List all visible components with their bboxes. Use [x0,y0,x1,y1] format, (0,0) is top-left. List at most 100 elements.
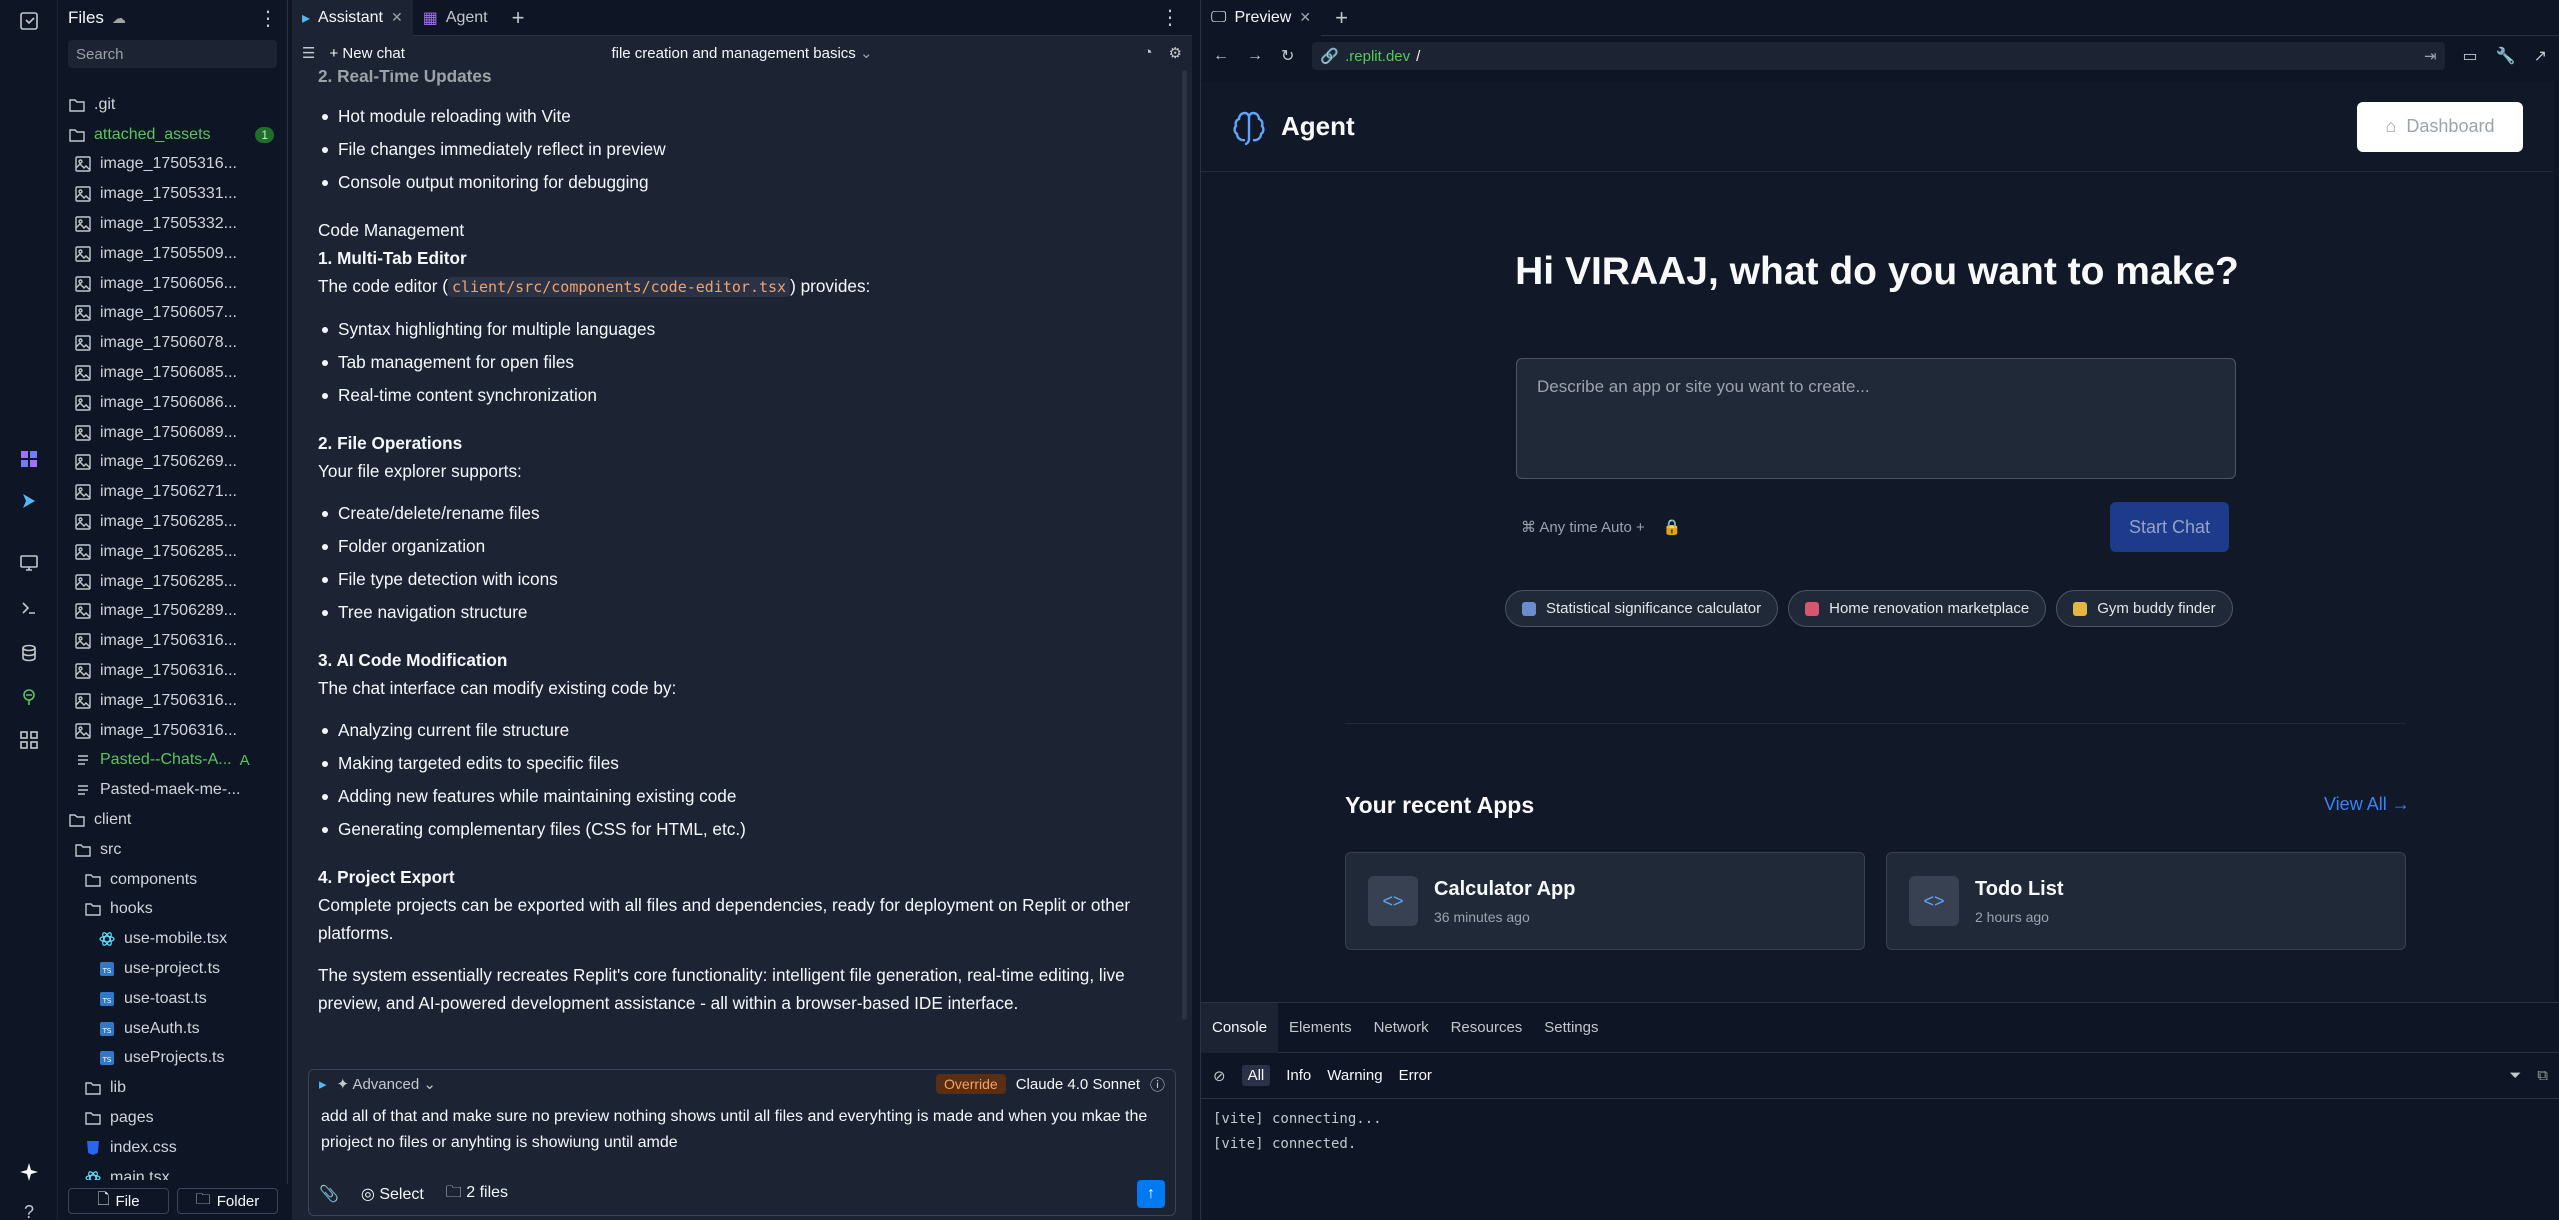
files-icon[interactable] [16,8,42,34]
devtools-tab-network[interactable]: Network [1363,1003,1440,1053]
folder-row[interactable]: lib [58,1073,278,1103]
folder-row[interactable]: attached_assets 1 [58,120,278,150]
devtools-tab-elements[interactable]: Elements [1278,1003,1363,1053]
filter-error[interactable]: Error [1399,1067,1432,1084]
file-row[interactable]: image_17506269... [58,448,278,478]
file-row[interactable]: TS useProjects.ts [58,1044,278,1074]
close-tab-icon[interactable]: ✕ [391,9,403,26]
apps-grid-icon[interactable] [16,727,42,753]
filter-all[interactable]: All [1241,1065,1271,1086]
send-arrow-icon[interactable]: ↑ [1137,1180,1165,1208]
settings-gear-icon[interactable]: ⚙ [1169,44,1182,62]
file-row[interactable]: image_17505331... [58,179,278,209]
file-row[interactable]: image_17506285... [58,537,278,567]
folder-row[interactable]: src [58,835,278,865]
app-card[interactable]: <> Todo List 2 hours ago [1886,852,2406,950]
copy-icon[interactable]: ⧉ [2537,1067,2548,1084]
devtools-tab-resources[interactable]: Resources [1440,1003,1534,1053]
filter-warning[interactable]: Warning [1327,1067,1382,1084]
file-row[interactable]: image_17505332... [58,209,278,239]
open-arrow-icon[interactable]: ⇥ [2424,47,2437,65]
add-tab-icon[interactable]: + [1321,5,1362,31]
folder-row[interactable]: pages [58,1103,278,1133]
assistant-scrollbar[interactable] [1182,70,1187,1020]
mode-dropdown[interactable]: ✦ Advanced ⌄ [337,1075,436,1093]
devtools-wrench-icon[interactable]: 🔧 [2496,46,2516,66]
folder-row[interactable]: components [58,865,278,895]
devtools-tab-console[interactable]: Console [1201,1002,1279,1053]
agent-icon[interactable] [16,446,42,472]
external-link-icon[interactable]: ↗ [2534,46,2547,66]
file-row[interactable]: image_17506057... [58,299,278,329]
model-label[interactable]: Claude 4.0 Sonnet [1016,1076,1140,1093]
file-row[interactable]: image_17506316... [58,656,278,686]
devices-icon[interactable]: ▭ [2463,46,2478,66]
file-row[interactable]: image_17506289... [58,597,278,627]
folder-row[interactable]: hooks [58,895,278,925]
file-row[interactable]: use-mobile.tsx [58,924,278,954]
file-row[interactable]: Pasted--Chats-A... A [58,746,278,776]
database-icon[interactable] [16,640,42,666]
site-logo[interactable]: Agent [1231,109,1355,145]
tab-agent[interactable]: ▦ Agent [413,0,498,36]
file-row[interactable]: image_17506316... [58,716,278,746]
deployments-icon[interactable] [16,684,42,710]
file-row[interactable]: image_17506086... [58,388,278,418]
file-row[interactable]: image_17506316... [58,686,278,716]
file-row[interactable]: image_17506078... [58,328,278,358]
folder-row[interactable]: client [58,805,278,835]
help-icon[interactable]: ? [16,1199,42,1220]
tab-preview[interactable]: 🖵 Preview ✕ [1201,0,1322,36]
app-card[interactable]: <> Calculator App 36 minutes ago [1345,852,1865,950]
close-tab-icon[interactable]: ✕ [1299,9,1311,26]
dashboard-button[interactable]: ⌂ Dashboard [2357,101,2523,152]
tab-assistant[interactable]: ▸ Assistant ✕ [292,0,413,36]
start-chat-button[interactable]: Start Chat [2110,502,2229,552]
file-row[interactable]: image_17505316... [58,150,278,180]
url-input[interactable]: 🔗 .replit.dev / ⇥ [1312,42,2445,70]
forward-arrow-icon[interactable]: → [1247,47,1263,65]
speed-gauge-icon[interactable]: ◔ [1143,44,1152,62]
file-row[interactable]: image_17506085... [58,358,278,388]
new-file-button[interactable]: 🗋 File [68,1188,169,1214]
file-row[interactable]: TS useAuth.ts [58,1014,278,1044]
file-row[interactable]: main.tsx [58,1163,278,1180]
pane-menu-icon[interactable]: ⋮ [1160,5,1180,30]
reload-icon[interactable]: ↻ [1281,46,1294,66]
preview-monitor-icon[interactable] [16,550,42,576]
select-element-button[interactable]: ◎ Select [361,1184,424,1204]
info-icon[interactable]: ⓘ [1150,1074,1165,1095]
file-row[interactable]: image_17506285... [58,507,278,537]
override-badge[interactable]: Override [936,1074,1006,1094]
folder-row[interactable]: .git [58,90,278,120]
shell-icon[interactable] [16,595,42,621]
filter-funnel-icon[interactable]: ⏷ [2509,1067,2521,1084]
new-folder-button[interactable]: 🗀 Folder [177,1188,278,1214]
suggestion-chip[interactable]: Gym buddy finder [2056,590,2233,627]
view-all-link[interactable]: View All → [2324,794,2410,815]
file-row[interactable]: TS use-toast.ts [58,984,278,1014]
composer-input[interactable]: add all of that and make sure no preview… [309,1098,1175,1158]
file-row[interactable]: image_17506089... [58,418,278,448]
add-tab-icon[interactable]: + [498,5,539,31]
suggestion-chip[interactable]: Home renovation marketplace [1788,590,2047,627]
history-menu-icon[interactable]: ☰ [302,44,315,62]
prompt-textarea[interactable]: Describe an app or site you want to crea… [1516,358,2236,479]
file-row[interactable]: image_17506316... [58,626,278,656]
filter-info[interactable]: Info [1286,1067,1311,1084]
new-chat-button[interactable]: + New chat [329,45,404,62]
clear-console-icon[interactable]: ⊘ [1213,1067,1226,1085]
file-row[interactable]: Pasted-maek-me-... [58,775,278,805]
files-search-input[interactable]: Search [68,40,277,68]
file-row[interactable]: image_17505509... [58,239,278,269]
file-row[interactable]: index.css [58,1133,278,1163]
suggestion-chip[interactable]: Statistical significance calculator [1505,590,1779,627]
file-row[interactable]: image_17506056... [58,269,278,299]
sparkle-icon[interactable] [16,1159,42,1185]
attach-paperclip-icon[interactable]: 📎 [319,1184,339,1204]
file-row[interactable]: image_17506285... [58,567,278,597]
back-arrow-icon[interactable]: ← [1213,47,1229,65]
attached-files-button[interactable]: 🗀 2 files [446,1181,508,1208]
file-row[interactable]: image_17506271... [58,477,278,507]
assistant-icon[interactable] [16,488,42,514]
